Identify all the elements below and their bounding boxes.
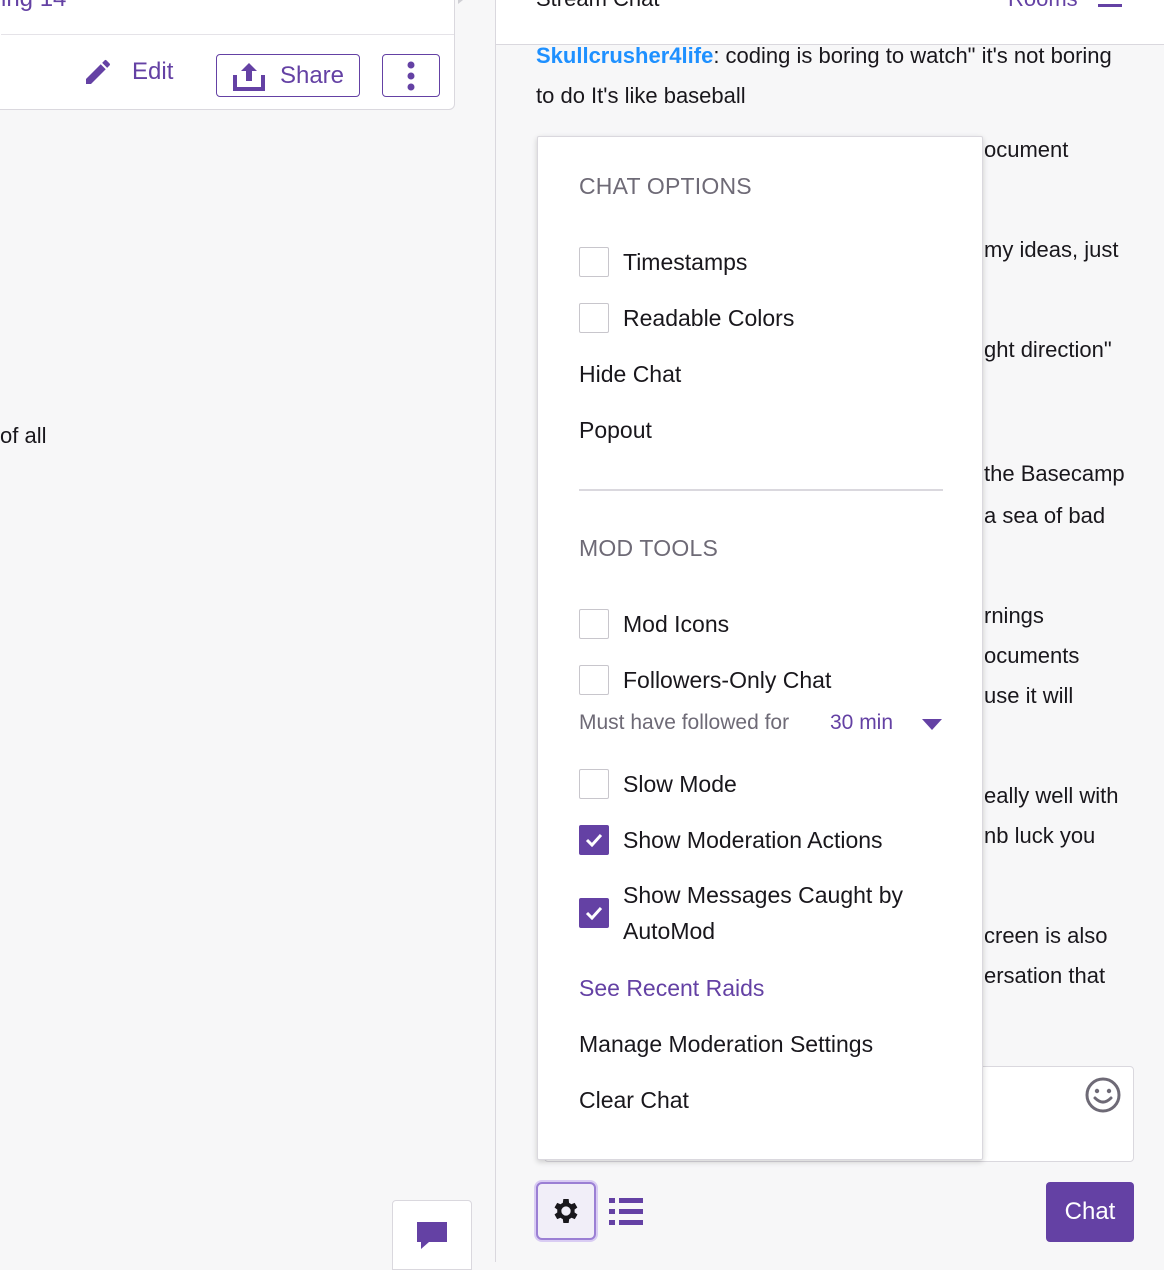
readable-colors-option[interactable]: Readable Colors (579, 303, 794, 333)
list-icon (609, 1198, 643, 1225)
popout-option[interactable]: Popout (579, 417, 652, 444)
rooms-menu-icon[interactable] (1098, 4, 1122, 7)
chat-text-fragment: the Basecamp (984, 461, 1125, 486)
chat-text-fragment: ersation that (984, 963, 1106, 988)
checkmark-icon (585, 833, 603, 847)
follow-duration-label: Must have followed for (579, 711, 790, 734)
divider (1, 34, 454, 35)
slow-mode-option[interactable]: Slow Mode (579, 769, 737, 799)
mod-icons-checkbox[interactable] (579, 609, 609, 639)
show-mod-actions-label: Show Moderation Actions (623, 826, 883, 853)
more-options-button[interactable] (382, 54, 440, 97)
timestamps-label: Timestamps (623, 248, 748, 275)
chat-text-fragment: ght direction" (984, 337, 1112, 362)
slow-mode-label: Slow Mode (623, 770, 737, 797)
channel-description: of all (0, 423, 47, 448)
see-recent-raids-link[interactable]: See Recent Raids (579, 975, 764, 1002)
chevron-right-icon[interactable] (458, 0, 468, 4)
slow-mode-checkbox[interactable] (579, 769, 609, 799)
checkmark-icon (585, 906, 603, 920)
show-automod-label-line1: Show Messages Caught by (623, 882, 903, 908)
mod-icons-label: Mod Icons (623, 610, 730, 637)
viewer-list-button[interactable] (606, 1190, 646, 1234)
timestamps-checkbox[interactable] (579, 247, 609, 277)
chat-settings-button[interactable] (536, 1182, 596, 1240)
smiley-icon (1085, 1077, 1121, 1113)
show-automod-label: Show Messages Caught by AutoMod (623, 877, 903, 949)
rooms-button[interactable]: Rooms (1008, 0, 1078, 12)
emoji-button[interactable] (1084, 1076, 1122, 1114)
follow-duration-row: Must have followed for 30 min (579, 711, 943, 735)
edit-button[interactable]: Edit (82, 56, 173, 88)
chat-options-heading: CHAT OPTIONS (579, 173, 752, 199)
vertical-ellipsis-icon (407, 61, 415, 90)
chat-text-fragment: my ideas, just (984, 237, 1119, 262)
share-button[interactable]: Share (216, 54, 360, 97)
chat-text-fragment: ocuments (984, 643, 1080, 668)
chat-text-fragment: ocument (984, 137, 1069, 162)
chat-settings-menu: CHAT OPTIONS Timestamps Readable Colors … (537, 136, 983, 1160)
channel-info-pane: ing 14 Edit Share of all (0, 0, 496, 1270)
pencil-icon (86, 59, 110, 84)
chat-bubble-icon (417, 1222, 447, 1249)
followers-only-checkbox[interactable] (579, 665, 609, 695)
edit-label: Edit (132, 58, 174, 85)
readable-colors-checkbox[interactable] (579, 303, 609, 333)
chat-text-fragment: rnings (984, 603, 1044, 628)
share-label: Share (279, 61, 345, 89)
followers-only-label: Followers-Only Chat (623, 666, 832, 693)
show-automod-label-line2: AutoMod (623, 918, 716, 944)
channel-title: ing 14 (1, 0, 66, 13)
manage-moderation-settings-option[interactable]: Manage Moderation Settings (579, 1031, 873, 1058)
readable-colors-label: Readable Colors (623, 304, 795, 331)
mod-icons-option[interactable]: Mod Icons (579, 609, 729, 639)
show-automod-checkbox[interactable] (579, 898, 609, 928)
timestamps-option[interactable]: Timestamps (579, 247, 747, 277)
follow-duration-select[interactable]: 30 min (830, 711, 893, 735)
gear-icon (554, 1199, 578, 1223)
chat-username[interactable]: Skullcrusher4life (536, 43, 713, 68)
mod-tools-heading: MOD TOOLS (579, 535, 718, 561)
show-mod-actions-checkbox[interactable] (579, 825, 609, 855)
chat-text-fragment: nb luck you (984, 823, 1096, 848)
followers-only-option[interactable]: Followers-Only Chat (579, 665, 831, 695)
share-icon (232, 62, 265, 91)
send-chat-button[interactable]: Chat (1046, 1182, 1134, 1242)
show-mod-actions-option[interactable]: Show Moderation Actions (579, 825, 883, 855)
whispers-button[interactable] (392, 1200, 472, 1270)
hide-chat-option[interactable]: Hide Chat (579, 361, 681, 388)
chat-text-fragment: eally well with (984, 783, 1119, 808)
show-automod-option[interactable]: Show Messages Caught by AutoMod (579, 877, 903, 949)
chat-text-fragment: creen is also (984, 923, 1108, 948)
clear-chat-option[interactable]: Clear Chat (579, 1087, 689, 1114)
chat-text-fragment: use it will (984, 683, 1074, 708)
chat-message: Skullcrusher4life: coding is boring to w… (536, 36, 1126, 116)
chevron-down-icon[interactable] (922, 719, 942, 730)
menu-divider (579, 489, 943, 491)
chat-header-title: Stream Chat (536, 0, 660, 12)
chat-text-fragment: a sea of bad (984, 503, 1106, 528)
